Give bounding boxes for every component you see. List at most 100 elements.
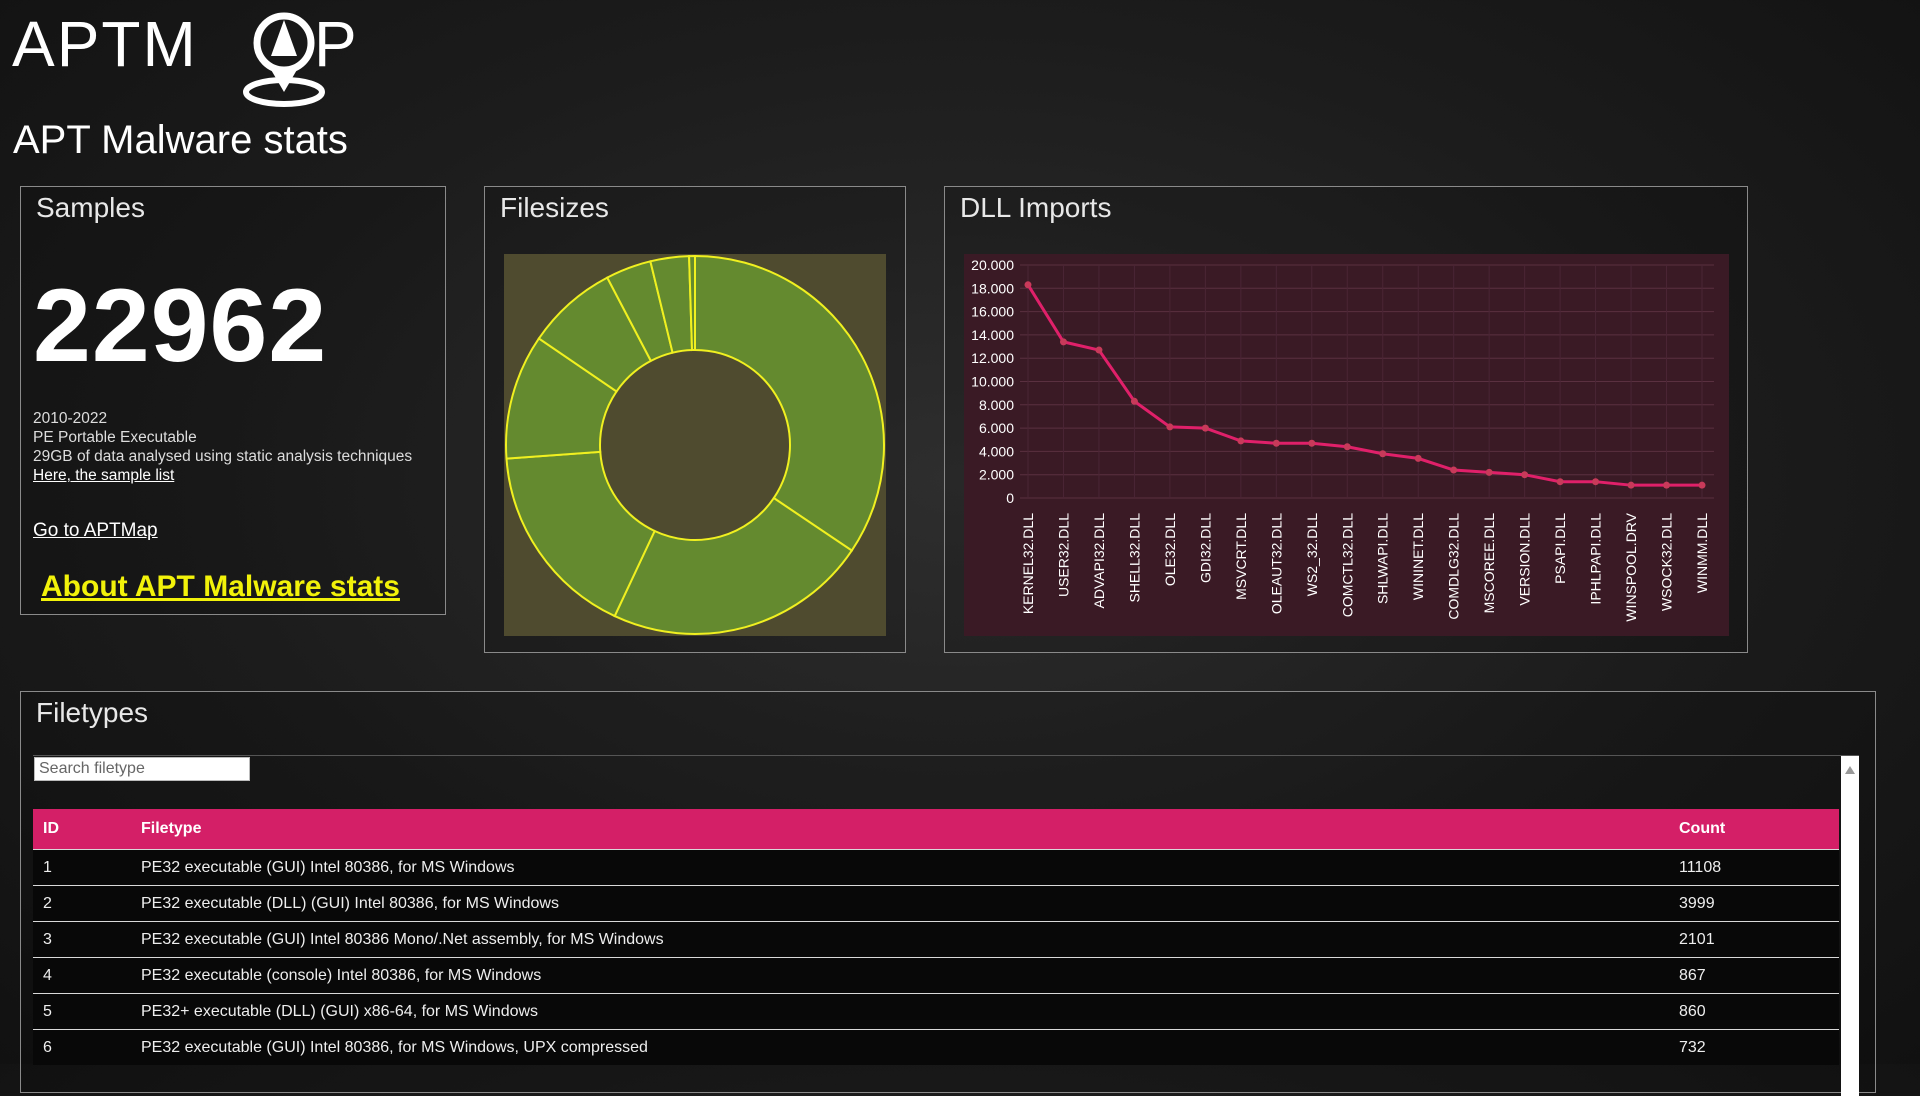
filesizes-panel: Filesizes (484, 186, 906, 653)
aptmap-logo[interactable]: APTM P (12, 8, 372, 108)
cell-count: 2101 (1669, 921, 1839, 958)
data-point[interactable] (1521, 471, 1529, 479)
data-point[interactable] (1095, 346, 1103, 354)
about-link[interactable]: About APT Malware stats (41, 570, 400, 604)
y-tick-label: 20.000 (971, 257, 1014, 273)
table-scrollbar[interactable] (1841, 756, 1859, 1096)
table-row[interactable]: 3 PE32 executable (GUI) Intel 80386 Mono/… (33, 921, 1839, 958)
data-point[interactable] (1059, 338, 1067, 346)
table-row[interactable]: 1 PE32 executable (GUI) Intel 80386, for … (33, 849, 1839, 886)
cell-count: 867 (1669, 957, 1839, 994)
cell-id: 4 (33, 957, 131, 994)
y-tick-label: 18.000 (971, 280, 1014, 296)
x-tick-label: COMCTL32.DLL (1339, 513, 1355, 617)
data-point[interactable] (1414, 454, 1422, 462)
cell-id: 1 (33, 849, 131, 886)
column-header-count[interactable]: Count (1669, 809, 1839, 850)
page-title: APT Malware stats (13, 118, 348, 162)
x-tick-label: PSAPI.DLL (1552, 513, 1568, 584)
x-tick-label: ADVAPI32.DLL (1091, 513, 1107, 609)
data-point[interactable] (1166, 423, 1174, 431)
y-tick-label: 6.000 (979, 420, 1014, 436)
goto-aptmap-link[interactable]: Go to APTMap (33, 520, 158, 542)
cell-id: 5 (33, 993, 131, 1030)
data-point[interactable] (1024, 281, 1032, 289)
sample-list-link[interactable]: Here, the sample list (33, 467, 174, 484)
x-tick-label: MSVCRT.DLL (1233, 513, 1249, 600)
samples-count: 22962 (33, 268, 328, 384)
y-tick-label: 0 (1006, 490, 1014, 506)
x-tick-label: MSCOREE.DLL (1481, 513, 1497, 614)
data-point[interactable] (1343, 443, 1351, 451)
data-point[interactable] (1308, 439, 1316, 447)
cell-count: 860 (1669, 993, 1839, 1030)
filetypes-panel: Filetypes ID Filetype Count 1 PE32 execut… (20, 691, 1876, 1096)
filetypes-title: Filetypes (36, 697, 149, 728)
search-filetype-input[interactable] (34, 757, 250, 781)
data-point[interactable] (1379, 450, 1387, 458)
cell-filetype: PE32 executable (GUI) Intel 80386, for M… (131, 1029, 1669, 1065)
table-row[interactable]: 4 PE32 executable (console) Intel 80386, … (33, 957, 1839, 994)
samples-format: PE Portable Executable (33, 429, 197, 446)
x-tick-label: GDI32.DLL (1197, 513, 1213, 583)
cell-filetype: PE32 executable (GUI) Intel 80386, for M… (131, 849, 1669, 886)
column-header-filetype[interactable]: Filetype (131, 809, 1669, 850)
x-tick-label: WININET.DLL (1410, 513, 1426, 600)
y-tick-label: 12.000 (971, 350, 1014, 366)
cell-count: 11108 (1669, 849, 1839, 886)
data-point[interactable] (1698, 481, 1706, 489)
samples-data-size: 29GB of data analysed using static analy… (33, 448, 413, 465)
dll-imports-panel: DLL Imports 0 2.000 4.000 6.000 8.000 10.000 1… (944, 186, 1748, 653)
table-row[interactable]: 2 PE32 executable (DLL) (GUI) Intel 80386… (33, 885, 1839, 922)
dll-imports-chart: 0 2.000 4.000 6.000 8.000 10.000 12.000 14.000 1… (964, 254, 1729, 636)
logo-text: APTM (12, 8, 198, 80)
data-point[interactable] (1237, 437, 1245, 445)
data-point[interactable] (1201, 424, 1209, 432)
x-tick-label: COMDLG32.DLL (1446, 513, 1462, 620)
samples-info: 2010-2022 PE Portable Executable 29GB of… (33, 409, 412, 485)
samples-years: 2010-2022 (33, 410, 108, 427)
x-tick-label: WINMM.DLL (1694, 513, 1710, 593)
x-tick-label: USER32.DLL (1055, 513, 1071, 597)
cell-filetype: PE32 executable (console) Intel 80386, f… (131, 957, 1669, 994)
data-point[interactable] (1592, 478, 1600, 486)
data-point[interactable] (1450, 466, 1458, 474)
x-tick-label: WS2_32.DLL (1304, 513, 1320, 596)
data-point[interactable] (1130, 397, 1138, 405)
x-tick-label: VERSION.DLL (1517, 513, 1533, 606)
filesizes-title: Filesizes (500, 192, 609, 223)
y-tick-label: 14.000 (971, 327, 1014, 343)
cell-filetype: PE32 executable (GUI) Intel 80386 Mono/.… (131, 921, 1669, 958)
scroll-up-icon[interactable] (1845, 766, 1855, 774)
samples-title: Samples (36, 192, 145, 223)
x-tick-label: WINSPOOL.DRV (1623, 512, 1639, 621)
data-point[interactable] (1272, 439, 1280, 447)
x-tick-label: SHLWAPI.DLL (1375, 513, 1391, 604)
cell-filetype: PE32 executable (DLL) (GUI) Intel 80386,… (131, 885, 1669, 922)
data-point[interactable] (1556, 478, 1564, 486)
table-row[interactable]: 6 PE32 executable (GUI) Intel 80386, for … (33, 1029, 1839, 1065)
x-tick-label: OLE32.DLL (1162, 513, 1178, 586)
logo-text-end: P (314, 8, 357, 80)
column-header-id[interactable]: ID (33, 809, 131, 850)
table-header-row: ID Filetype Count (33, 809, 1839, 850)
data-point[interactable] (1485, 468, 1493, 476)
cell-id: 3 (33, 921, 131, 958)
dll-title: DLL Imports (960, 192, 1112, 223)
table-row[interactable]: 5 PE32+ executable (DLL) (GUI) x86-64, fo… (33, 993, 1839, 1030)
data-point[interactable] (1627, 481, 1635, 489)
filetypes-table: ID Filetype Count 1 PE32 executable (GUI)… (33, 809, 1839, 1065)
filesizes-donut-chart (504, 254, 886, 636)
x-tick-label: SHELL32.DLL (1126, 513, 1142, 603)
cell-count: 3999 (1669, 885, 1839, 922)
y-tick-label: 10.000 (971, 374, 1014, 390)
cell-filetype: PE32+ executable (DLL) (GUI) x86-64, for… (131, 993, 1669, 1030)
x-tick-label: OLEAUT32.DLL (1268, 513, 1284, 614)
cell-id: 6 (33, 1029, 131, 1065)
data-point[interactable] (1663, 481, 1671, 489)
y-tick-label: 16.000 (971, 304, 1014, 320)
cell-id: 2 (33, 885, 131, 922)
x-tick-label: WSOCK32.DLL (1659, 513, 1675, 611)
y-tick-label: 8.000 (979, 397, 1014, 413)
y-tick-label: 4.000 (979, 443, 1014, 459)
